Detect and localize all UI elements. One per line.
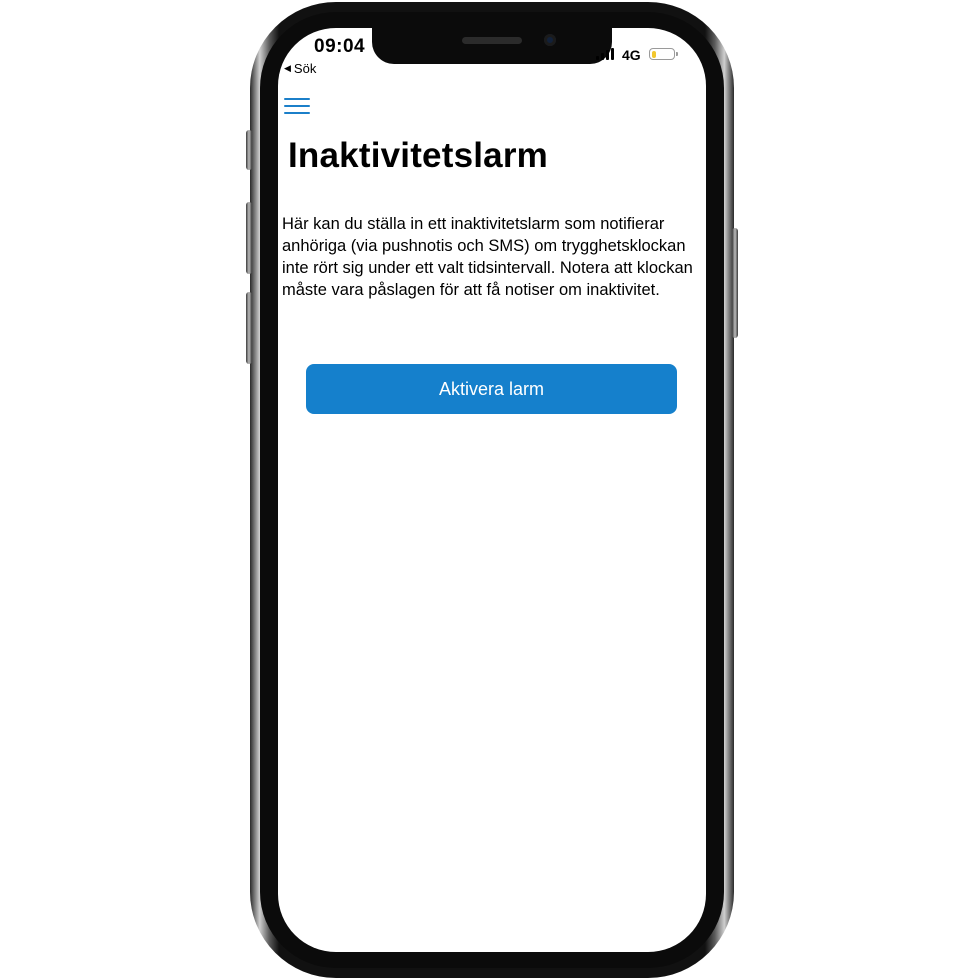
phone-screen: 09:04 ◀ Sök 4G Inaktivitetslarm Här kan … bbox=[278, 28, 706, 952]
phone-frame: 09:04 ◀ Sök 4G Inaktivitetslarm Här kan … bbox=[246, 2, 738, 978]
back-triangle-icon: ◀ bbox=[284, 63, 291, 73]
description-text: Här kan du ställa in ett inaktivitetslar… bbox=[282, 215, 693, 299]
page-title: Inaktivitetslarm bbox=[288, 136, 548, 175]
device-stage: 09:04 ◀ Sök 4G Inaktivitetslarm Här kan … bbox=[0, 0, 980, 980]
back-label: Sök bbox=[293, 61, 317, 76]
hamburger-menu-icon[interactable] bbox=[284, 98, 312, 116]
battery-icon bbox=[649, 48, 678, 60]
battery-level bbox=[651, 50, 656, 58]
notch bbox=[372, 28, 612, 64]
speaker-grille bbox=[462, 37, 522, 44]
menu-line bbox=[284, 98, 310, 100]
menu-line bbox=[284, 105, 310, 107]
activate-alarm-button[interactable]: Aktivera larm bbox=[306, 364, 677, 414]
mute-switch bbox=[246, 130, 252, 170]
network-type: 4G bbox=[622, 47, 641, 63]
back-to-search-link[interactable]: ◀ Sök bbox=[284, 61, 316, 76]
volume-up-button bbox=[246, 202, 252, 274]
menu-line bbox=[284, 112, 310, 114]
status-time: 09:04 bbox=[314, 36, 366, 57]
power-button bbox=[732, 228, 738, 338]
front-camera bbox=[544, 34, 556, 46]
signal-bars-icon bbox=[596, 48, 614, 60]
volume-down-button bbox=[246, 292, 252, 364]
